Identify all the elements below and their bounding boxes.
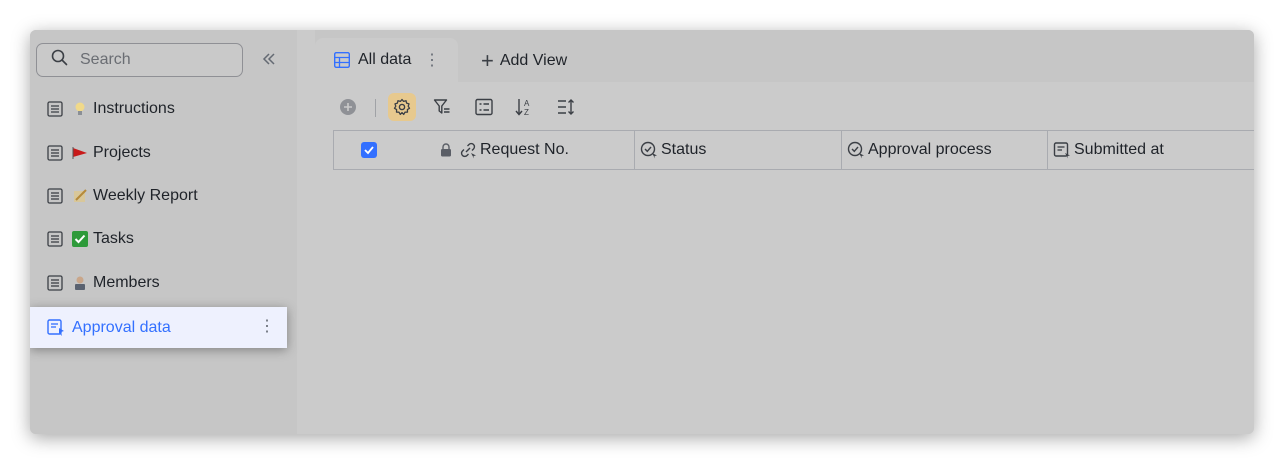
table-icon — [46, 274, 64, 292]
link-field-icon — [459, 141, 477, 159]
search-icon — [51, 49, 68, 71]
search-box[interactable] — [36, 43, 243, 77]
sidebar-item-approval-data[interactable]: Approval data ⋮ — [30, 307, 287, 348]
sidebar-item-projects[interactable]: Projects — [40, 136, 280, 170]
settings-icon[interactable] — [388, 93, 416, 121]
tab-label: All data — [358, 51, 412, 68]
table-icon — [46, 230, 64, 248]
approval-table-icon — [46, 318, 66, 338]
plus-icon: + — [481, 48, 494, 73]
add-record-icon[interactable] — [334, 93, 362, 121]
status-field-icon — [640, 141, 658, 159]
grid-view-icon — [333, 51, 351, 69]
svg-text:Z: Z — [524, 108, 529, 117]
search-input[interactable] — [78, 50, 222, 70]
row-height-icon[interactable] — [552, 93, 580, 121]
view-tab-bar: All data ⋮ + Add View — [315, 30, 1254, 82]
more-vertical-icon[interactable]: ⋮ — [259, 317, 275, 337]
more-vertical-icon[interactable]: ⋮ — [424, 50, 440, 70]
collapse-sidebar-icon[interactable] — [258, 50, 280, 72]
add-view-label: Add View — [499, 52, 568, 69]
select-all-checkbox[interactable] — [361, 142, 377, 158]
sidebar-item-members[interactable]: Members — [40, 266, 280, 300]
column-header-approval-process[interactable]: Approval process — [847, 131, 992, 169]
submitted-field-icon — [1053, 141, 1071, 159]
lightbulb-icon — [72, 101, 88, 117]
table-icon — [46, 100, 64, 118]
app-window: Instructions Projects Weekly Report — [30, 30, 1254, 434]
main-area: All data ⋮ + Add View AZ Request No. Sta… — [315, 30, 1254, 434]
column-label: Submitted at — [1074, 141, 1164, 158]
column-header-status[interactable]: Status — [640, 131, 706, 169]
lock-icon — [440, 143, 452, 157]
sidebar-item-label: Weekly Report — [93, 187, 198, 204]
group-icon[interactable] — [470, 93, 498, 121]
column-label: Request No. — [480, 141, 569, 158]
table-icon — [46, 144, 64, 162]
table-icon — [46, 187, 64, 205]
filter-icon[interactable] — [428, 93, 456, 121]
sidebar-item-tasks[interactable]: Tasks — [40, 222, 280, 256]
sidebar-item-label: Tasks — [93, 230, 134, 247]
column-header-request-no[interactable]: Request No. — [459, 131, 569, 169]
toolbar: AZ — [315, 92, 1254, 122]
grid-header: Request No. Status Approval process Subm… — [333, 130, 1254, 170]
column-divider[interactable] — [841, 131, 842, 169]
approval-field-icon — [847, 141, 865, 159]
technologist-icon — [72, 275, 88, 291]
sort-icon[interactable]: AZ — [511, 93, 539, 121]
column-header-submitted-at[interactable]: Submitted at — [1053, 131, 1164, 169]
sidebar-item-weekly-report[interactable]: Weekly Report — [40, 179, 280, 213]
column-divider[interactable] — [634, 131, 635, 169]
tab-all-data[interactable]: All data ⋮ — [315, 38, 458, 82]
toolbar-divider — [375, 99, 376, 117]
add-view-button[interactable]: + Add View — [481, 49, 567, 73]
sidebar-item-label: Approval data — [72, 318, 171, 336]
sidebar-item-label: Members — [93, 274, 160, 291]
check-mark-icon — [72, 231, 88, 247]
sidebar: Instructions Projects Weekly Report — [30, 30, 297, 434]
column-label: Approval process — [868, 141, 992, 158]
column-label: Status — [661, 141, 707, 158]
sidebar-item-instructions[interactable]: Instructions — [40, 92, 280, 126]
flag-icon — [72, 145, 88, 161]
svg-text:A: A — [524, 99, 530, 108]
sidebar-item-label: Instructions — [93, 100, 175, 117]
memo-icon — [72, 188, 88, 204]
sidebar-item-label: Projects — [93, 144, 151, 161]
column-divider[interactable] — [1047, 131, 1048, 169]
